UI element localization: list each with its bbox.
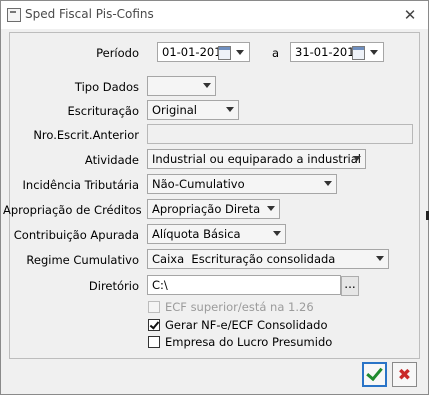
lucro-presumido-label: Empresa do Lucro Presumido bbox=[165, 335, 333, 349]
app-icon bbox=[7, 8, 21, 22]
chevron-down-icon[interactable] bbox=[236, 50, 244, 55]
chevron-down-icon bbox=[203, 83, 211, 88]
periodo-separator: a bbox=[271, 46, 279, 60]
tipo-dados-select[interactable] bbox=[147, 76, 216, 96]
atividade-value: Industrial ou equiparado a industrial bbox=[152, 152, 361, 166]
close-icon: ✖ bbox=[397, 365, 412, 384]
contribuicao-select[interactable]: Alíquota Básica bbox=[147, 224, 286, 244]
tipo-dados-label: Tipo Dados bbox=[74, 80, 139, 94]
gerar-nfe-checkbox[interactable] bbox=[148, 319, 160, 331]
chevron-down-icon bbox=[226, 107, 234, 112]
ok-button[interactable] bbox=[362, 362, 387, 387]
escrituracao-select[interactable]: Original bbox=[147, 100, 239, 120]
regime-select[interactable]: Caixa Escrituração consolidada bbox=[147, 249, 389, 269]
calendar-icon[interactable] bbox=[352, 46, 365, 60]
gerar-nfe-label: Gerar NF-e/ECF Consolidado bbox=[165, 318, 328, 332]
incidencia-select[interactable]: Não-Cumulativo bbox=[147, 174, 337, 194]
chevron-down-icon[interactable] bbox=[370, 50, 378, 55]
ecf-superior-label: ECF superior/está na 1.26 bbox=[165, 300, 314, 314]
apropriacao-label: Apropriação de Créditos bbox=[3, 203, 142, 217]
nro-escrit-anterior-field[interactable] bbox=[147, 124, 413, 144]
diretorio-input[interactable]: C:\ bbox=[147, 275, 341, 295]
atividade-label: Atividade bbox=[84, 153, 139, 167]
apropriacao-select[interactable]: Apropriação Direta bbox=[147, 199, 280, 219]
diretorio-label: Diretório bbox=[88, 279, 139, 293]
close-icon[interactable]: ✕ bbox=[399, 4, 421, 26]
chevron-down-icon bbox=[324, 181, 332, 186]
cancel-button[interactable]: ✖ bbox=[392, 362, 417, 387]
diretorio-value: C:\ bbox=[152, 278, 168, 292]
chevron-down-icon bbox=[353, 156, 361, 161]
regime-value: Caixa Escrituração consolidada bbox=[152, 252, 336, 266]
chevron-down-icon bbox=[376, 256, 384, 261]
periodo-end-date[interactable]: 31-01-2017 bbox=[290, 42, 384, 62]
periodo-start-date[interactable]: 01-01-2017 bbox=[157, 42, 250, 62]
calendar-icon[interactable] bbox=[218, 46, 231, 60]
checkmark-icon bbox=[149, 319, 160, 330]
incidencia-label: Incidência Tributária bbox=[22, 178, 139, 192]
escrituracao-label: Escrituração bbox=[67, 104, 139, 118]
lucro-presumido-checkbox[interactable] bbox=[148, 336, 160, 348]
regime-label: Regime Cumulativo bbox=[26, 253, 139, 267]
dialog-window: Sped Fiscal Pis-Cofins ✕ Período 01-01-2… bbox=[0, 0, 429, 395]
ecf-superior-checkbox[interactable] bbox=[148, 301, 160, 313]
escrituracao-value: Original bbox=[152, 103, 198, 117]
chevron-down-icon bbox=[267, 206, 275, 211]
check-icon bbox=[366, 363, 383, 382]
nro-escrit-anterior-label: Nro.Escrit.Anterior bbox=[33, 128, 139, 142]
browse-button[interactable]: ... bbox=[341, 276, 359, 296]
contribuicao-value: Alíquota Básica bbox=[152, 227, 241, 241]
title-bar: Sped Fiscal Pis-Cofins ✕ bbox=[1, 1, 428, 29]
periodo-label: Período bbox=[96, 46, 139, 60]
incidencia-value: Não-Cumulativo bbox=[152, 177, 245, 191]
contribuicao-label: Contribuição Apurada bbox=[13, 228, 139, 242]
atividade-select[interactable]: Industrial ou equiparado a industrial bbox=[147, 149, 366, 169]
apropriacao-value: Apropriação Direta bbox=[152, 202, 261, 216]
window-title: Sped Fiscal Pis-Cofins bbox=[25, 7, 154, 21]
chevron-down-icon bbox=[273, 231, 281, 236]
